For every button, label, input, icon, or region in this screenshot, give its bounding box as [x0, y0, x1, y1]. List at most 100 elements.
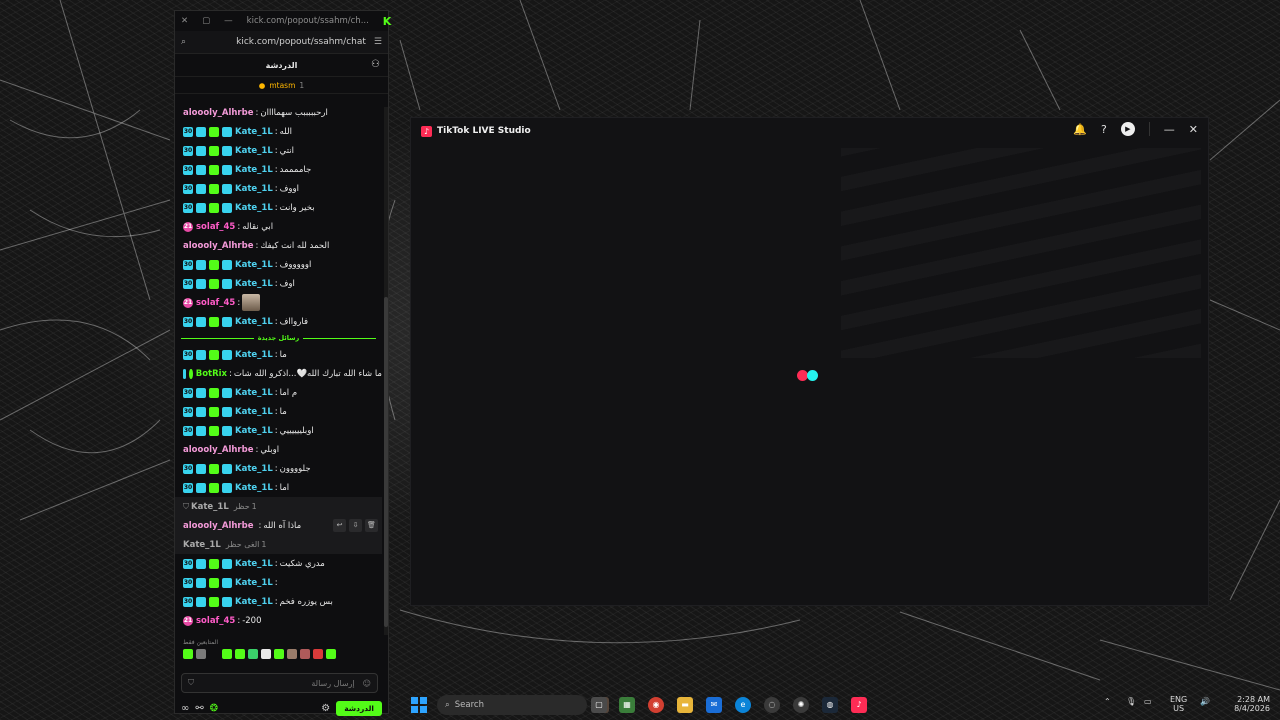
emote-icon[interactable]: [326, 649, 336, 659]
chat-message[interactable]: 30 Kate_1L: اوووووف: [175, 255, 382, 274]
chat-username[interactable]: Kate_1L: [235, 127, 273, 137]
bell-icon[interactable]: 🔔: [1073, 123, 1087, 136]
emote-icon[interactable]: [300, 649, 310, 659]
chat-message[interactable]: 30 Kate_1L: بس يوزره فخم: [175, 592, 382, 611]
chat-message[interactable]: 30 Kate_1L: اما: [175, 478, 382, 497]
pinned-gift-bar[interactable]: ● mtasm 1: [175, 77, 388, 94]
chat-username[interactable]: aloooly_Alhrbe: [183, 108, 253, 118]
chat-username[interactable]: Kate_1L: [235, 559, 273, 569]
file-explorer-icon[interactable]: ▬: [677, 697, 693, 713]
chat-username[interactable]: Kate_1L: [235, 279, 273, 289]
emote-icon[interactable]: [183, 649, 193, 659]
minimize-icon[interactable]: —: [224, 16, 233, 26]
chat-username[interactable]: solaf_45: [196, 616, 235, 626]
close-icon[interactable]: ✕: [1189, 123, 1198, 136]
chat-message[interactable]: 30 Kate_1L: جاممممد: [175, 160, 382, 179]
chevron-up-icon[interactable]: ⌃: [1104, 697, 1111, 706]
emote-icon[interactable]: [261, 649, 271, 659]
chat-username[interactable]: aloooly_Alhrbe: [183, 241, 253, 251]
chat-message[interactable]: 30 Kate_1L: فاروااف: [175, 312, 382, 331]
windows-start-icon[interactable]: [411, 697, 427, 713]
hovered-chat-message[interactable]: aloooly_Alhrbe: ماذا آه الله ↩ ⇩ 🗑: [175, 516, 382, 535]
chat-username[interactable]: solaf_45: [196, 222, 235, 232]
chat-message[interactable]: 30 Kate_1L: جلوووون: [175, 459, 382, 478]
store-icon[interactable]: ▦: [619, 697, 635, 713]
chat-username[interactable]: Kate_1L: [235, 317, 273, 327]
maximize-icon[interactable]: ▢: [202, 16, 210, 26]
chat-message[interactable]: aloooly_Alhrbe: الحمد لله انت كيفك: [175, 236, 382, 255]
chat-message[interactable]: aloooly_Alhrbe: ارحبببببب سهماااان: [175, 103, 382, 122]
chat-message[interactable]: 30 Kate_1L: بخير وانت: [175, 198, 382, 217]
close-icon[interactable]: ✕: [181, 16, 188, 26]
chat-message[interactable]: 30 Kate_1L: م اما: [175, 383, 382, 402]
chat-username[interactable]: Kate_1L: [235, 597, 273, 607]
emote-icon[interactable]: [196, 649, 206, 659]
tiktok-taskbar-icon[interactable]: ♪: [851, 697, 867, 713]
emote-icon[interactable]: [287, 649, 297, 659]
clock[interactable]: 2:28 AM 8/4/2026: [1230, 695, 1270, 713]
send-chat-button[interactable]: الدردشة: [336, 700, 382, 716]
chat-message[interactable]: 30 Kate_1L: ما: [175, 345, 382, 364]
chat-message[interactable]: BotRix: ما شاء الله تبارك الله🤍...اذكرو ا…: [175, 364, 382, 383]
address-bar[interactable]: ⌕ kick.com/popout/ssahm/chat ☰: [175, 31, 388, 54]
delete-icon[interactable]: 🗑: [365, 519, 378, 532]
task-view-icon[interactable]: ▢: [591, 697, 607, 713]
chat-message[interactable]: 30 Kate_1L: انتي: [175, 141, 382, 160]
chat-username[interactable]: Kate_1L: [235, 203, 273, 213]
microphone-icon[interactable]: 🎙: [1126, 697, 1136, 706]
emote-icon[interactable]: [235, 649, 245, 659]
emote-icon[interactable]: [274, 649, 284, 659]
infinity-icon[interactable]: ∞: [181, 703, 189, 714]
pin-icon[interactable]: ⇩: [349, 519, 362, 532]
chat-username[interactable]: Kate_1L: [235, 426, 273, 436]
chat-message[interactable]: 30 Kate_1L: اووف: [175, 179, 382, 198]
chat-username[interactable]: Kate_1L: [235, 388, 273, 398]
chat-username[interactable]: solaf_45: [196, 298, 235, 308]
chat-input[interactable]: ⛉ إرسال رسالة ☺: [181, 673, 378, 693]
emote-icon[interactable]: [248, 649, 258, 659]
language-indicator[interactable]: ENG US: [1170, 695, 1187, 713]
chat-message[interactable]: aloooly_Alhrbe: اوبلي: [175, 440, 382, 459]
reply-icon[interactable]: ↩: [333, 519, 346, 532]
chat-scrollbar[interactable]: [384, 107, 388, 635]
chat-message[interactable]: 21 solaf_45: -200: [175, 611, 382, 630]
gear-icon[interactable]: ⚙: [321, 703, 330, 714]
chat-message[interactable]: 30 Kate_1L: اوف: [175, 274, 382, 293]
chat-username[interactable]: Kate_1L: [235, 483, 273, 493]
chat-username[interactable]: Kate_1L: [235, 350, 273, 360]
chat-username[interactable]: BotRix: [196, 369, 227, 379]
chat-username[interactable]: Kate_1L: [235, 464, 273, 474]
gift-icon[interactable]: ❂: [210, 703, 218, 714]
chat-username[interactable]: Kate_1L: [235, 184, 273, 194]
obs-icon[interactable]: ◌: [764, 697, 780, 713]
chat-username[interactable]: Kate_1L: [235, 260, 273, 270]
shield-icon[interactable]: ⛉: [188, 678, 194, 688]
chat-username[interactable]: Kate_1L: [235, 146, 273, 156]
users-icon[interactable]: ⚇: [371, 59, 380, 70]
steelseries-icon[interactable]: ✺: [793, 697, 809, 713]
steam-icon[interactable]: ◍: [822, 697, 838, 713]
chat-message[interactable]: 30 Kate_1L: ما: [175, 402, 382, 421]
network-icon[interactable]: ▭: [1144, 697, 1152, 706]
chat-message[interactable]: 30 Kate_1L: مدري شكيت: [175, 554, 382, 573]
emoji-icon[interactable]: ☺: [363, 679, 371, 688]
help-icon[interactable]: ?: [1101, 123, 1107, 136]
emote-icon[interactable]: [222, 649, 232, 659]
chat-message[interactable]: 30 Kate_1L:: [175, 573, 382, 592]
share-icon[interactable]: ⚯: [195, 703, 203, 714]
chat-message[interactable]: 30 Kate_1L: الله: [175, 122, 382, 141]
chat-username[interactable]: Kate_1L: [235, 165, 273, 175]
chat-message[interactable]: 21 solaf_45:: [175, 293, 382, 312]
emote-icon[interactable]: [313, 649, 323, 659]
settings-sliders-icon[interactable]: ☰: [374, 37, 382, 47]
chat-username[interactable]: Kate_1L: [235, 578, 273, 588]
taskbar-search[interactable]: ⌕ Search: [437, 695, 587, 715]
live-play-icon[interactable]: ▶: [1120, 122, 1135, 136]
minimize-icon[interactable]: —: [1164, 123, 1175, 136]
mail-icon[interactable]: ✉: [706, 697, 722, 713]
chat-message[interactable]: 30 Kate_1L: اوبلييييييي: [175, 421, 382, 440]
speaker-icon[interactable]: 🔊: [1200, 697, 1210, 706]
url-text[interactable]: kick.com/popout/ssahm/chat: [236, 37, 366, 47]
chat-username[interactable]: Kate_1L: [235, 407, 273, 417]
chat-username[interactable]: aloooly_Alhrbe: [183, 445, 253, 455]
